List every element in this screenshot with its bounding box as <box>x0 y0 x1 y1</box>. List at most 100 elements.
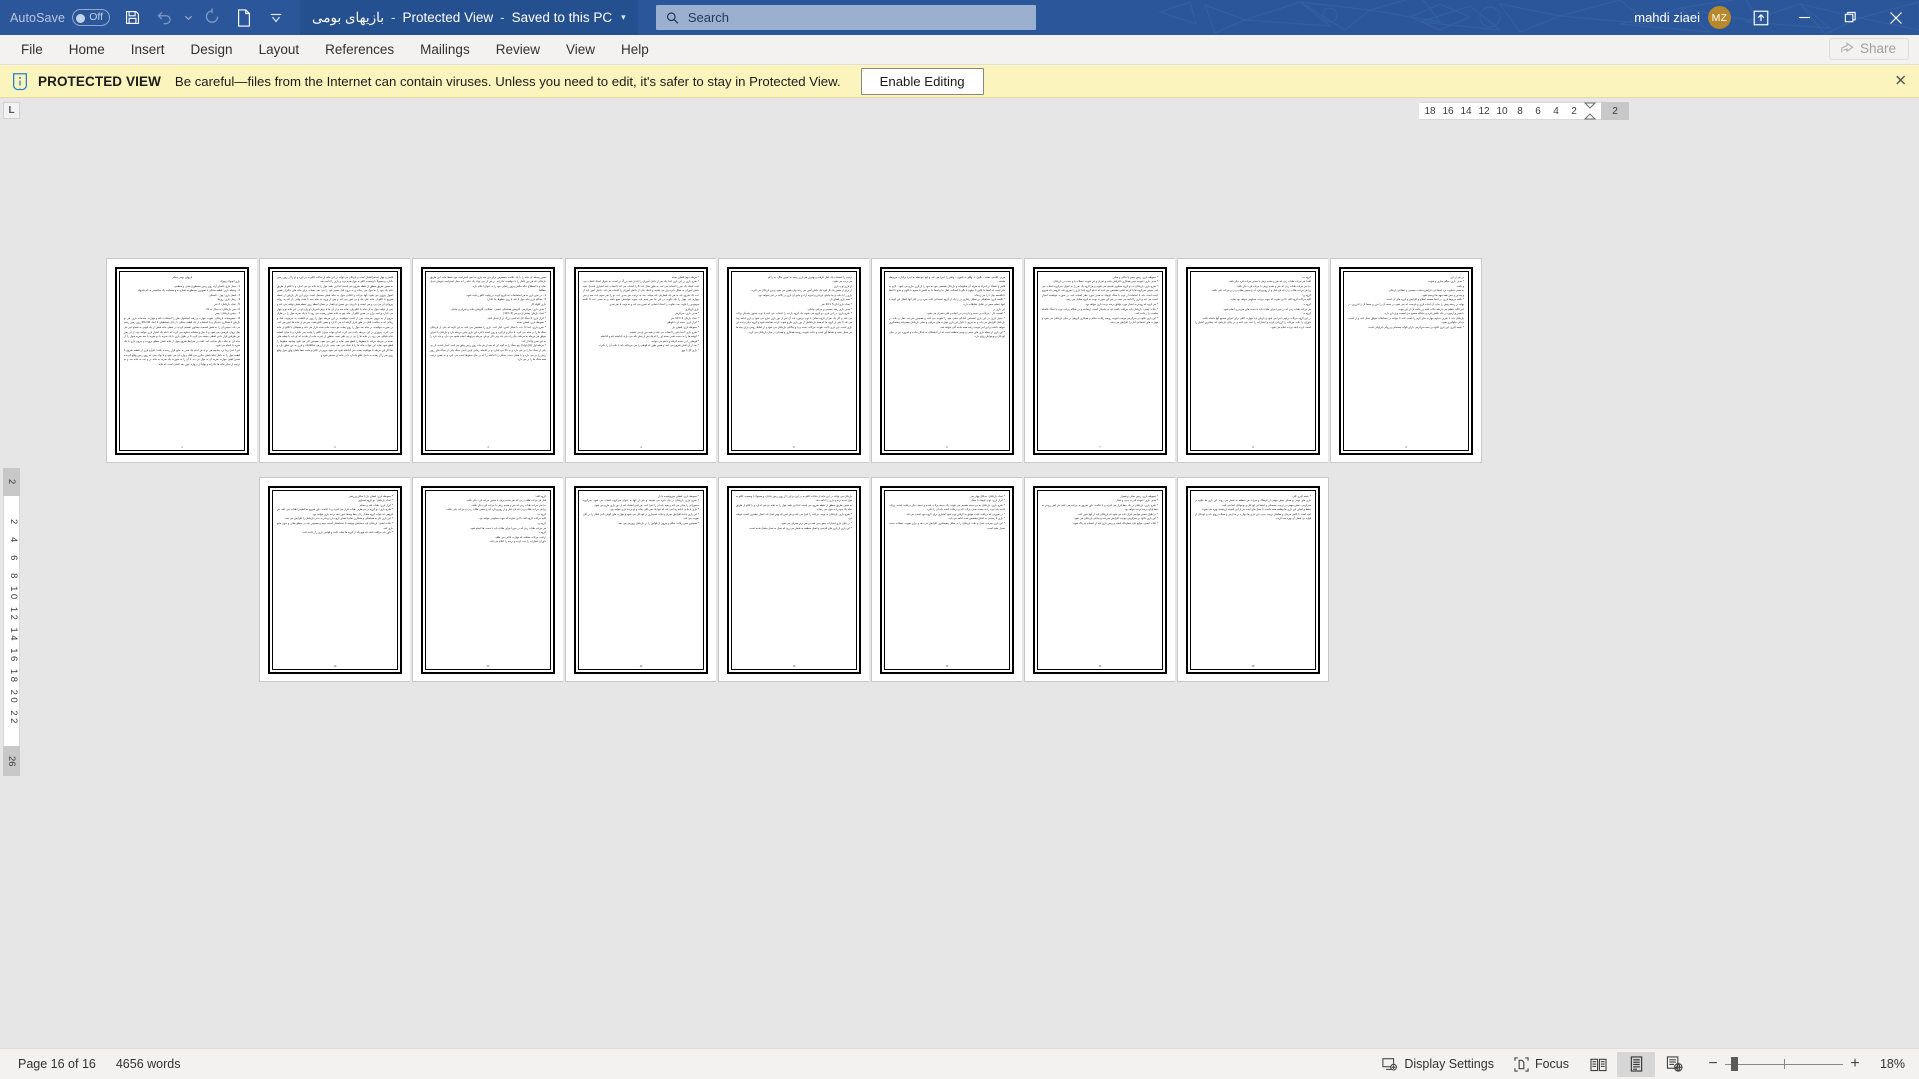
page-number: 10 <box>333 664 337 668</box>
search-box[interactable] <box>655 5 1036 30</box>
autosave-label: AutoSave <box>10 10 66 25</box>
tab-help[interactable]: Help <box>608 37 662 62</box>
hruler-num-10: 10 <box>1496 105 1508 117</box>
page-thumbnail[interactable]: ترتیب را استفاده یک عمل گرفت و بهترین هم… <box>718 258 870 463</box>
vertical-ruler-bottom-margin: 26 <box>3 746 20 776</box>
tab-references[interactable]: References <box>312 37 407 62</box>
print-layout-icon <box>1630 1056 1642 1072</box>
redo-icon[interactable] <box>196 3 228 33</box>
horizontal-ruler[interactable]: 18 16 14 12 10 8 6 4 2 2 <box>1419 102 1629 120</box>
focus-button[interactable]: Focus <box>1504 1053 1579 1076</box>
new-blank-document-icon[interactable] <box>228 3 260 33</box>
zoom-slider[interactable]: − + <box>1701 1056 1867 1072</box>
pages-area[interactable]: 18 16 14 12 10 8 6 4 2 2 بازیهای بومی مح… <box>22 98 1919 1048</box>
tab-layout[interactable]: Layout <box>246 37 313 62</box>
title-separator-1: - <box>391 10 396 25</box>
display-settings-label: Display Settings <box>1404 1057 1494 1071</box>
page-thumbnail[interactable]: گروه الف: قبل هر حرکت طناب زدن که نفر مق… <box>412 477 564 682</box>
page-thumbnail[interactable]: * محوطه بازی: فضای باز یا سالن ورزشی * ت… <box>259 477 411 682</box>
page-thumbnail[interactable]: * نتیجه گیری کلی بازی های بومی و محلی بخ… <box>1177 477 1329 682</box>
vertical-ruler[interactable]: L 2 2 4 6 8 10 12 14 16 18 20 22 26 <box>0 98 22 1048</box>
word-count[interactable]: 4656 words <box>106 1057 191 1071</box>
tab-stop-glyph: L <box>8 104 15 116</box>
page-body: مربی کلاسی مفقد : بالون + وقلو + تلفون -… <box>889 275 1005 339</box>
tab-home[interactable]: Home <box>56 37 118 62</box>
title-bar: AutoSave Off بازیهای بومی - Protected Vi… <box>0 0 1919 35</box>
page-status[interactable]: Page 16 of 16 <box>8 1057 106 1071</box>
tab-design[interactable]: Design <box>178 37 246 62</box>
page-number: 4 <box>640 445 642 449</box>
autosave-toggle[interactable]: AutoSave Off <box>10 9 111 26</box>
restore-button[interactable] <box>1827 0 1873 35</box>
page-body: ترتیب را استفاده یک عمل گرفت و بهترین هم… <box>736 275 852 334</box>
hruler-num-14: 14 <box>1460 105 1472 117</box>
page-body: در غیر از این * هدف بازی: سالم سازی و تق… <box>1348 275 1464 330</box>
autosave-switch-knob <box>76 13 86 23</box>
display-settings-button[interactable]: Display Settings <box>1372 1053 1504 1076</box>
page-thumbnail[interactable]: * محوطه بازی: فضای سرپوشیده یا باز * شرح… <box>565 477 717 682</box>
page-thumbnail[interactable]: قاصر و چهار استفراغشان است و بازیکان می … <box>259 258 411 463</box>
tab-view[interactable]: View <box>553 37 608 62</box>
tab-file[interactable]: File <box>8 37 56 62</box>
undo-dropdown-icon[interactable] <box>180 3 196 33</box>
read-mode-icon <box>1589 1058 1607 1071</box>
hruler-num-18: 18 <box>1424 105 1436 117</box>
page-body: * مرحله دوم: قصای بسته * شرح بازی در این… <box>583 275 699 353</box>
save-icon[interactable] <box>116 3 148 33</box>
page-grid-spacer <box>106 477 258 682</box>
read-mode-button[interactable] <box>1579 1052 1617 1077</box>
chevron-down-icon[interactable]: ▾ <box>621 12 626 23</box>
zoom-level-label[interactable]: 18% <box>1867 1057 1911 1071</box>
page-body: گروه ب: الف) هر حرکت طناب زدن که نفر و م… <box>1195 275 1311 330</box>
page-thumbnail[interactable]: * محوطه بازی: زمین صاف و هموار * هدف باز… <box>1024 477 1176 682</box>
page-thumbnail[interactable]: همین وسیله آن خانه را با یک علامت مخصوص … <box>412 258 564 463</box>
ribbon-display-options-icon[interactable] <box>1741 0 1781 35</box>
enable-editing-button[interactable]: Enable Editing <box>860 67 984 95</box>
page-number: 2 <box>334 445 336 449</box>
page-body: * محوطه بازی: زمین صاف و هموار * هدف باز… <box>1042 494 1158 526</box>
print-layout-button[interactable] <box>1617 1051 1655 1077</box>
close-icon[interactable]: ✕ <box>1894 74 1907 89</box>
zoom-in-button[interactable]: + <box>1843 1056 1867 1072</box>
zoom-slider-track[interactable] <box>1725 1056 1843 1072</box>
status-bar-right-group: Display Settings Focus − + 18% <box>1372 1051 1911 1077</box>
web-layout-icon <box>1666 1056 1683 1072</box>
page-thumbnail[interactable]: در غیر از این * هدف بازی: سالم سازی و تق… <box>1330 258 1482 463</box>
customize-quick-access-toolbar-icon[interactable] <box>260 3 292 33</box>
page-number: 3 <box>487 445 489 449</box>
page-thumbnail[interactable]: بازیکان می توانند در این خانه از ساکت کا… <box>718 477 870 682</box>
page-thumbnail[interactable]: * تعداد بازیکنان: حداقل چهار نفر * ابزار… <box>871 477 1023 682</box>
undo-icon[interactable] <box>148 3 180 33</box>
document-title-group[interactable]: بازیهای بومی - Protected View - Saved to… <box>300 0 638 35</box>
tab-insert[interactable]: Insert <box>118 37 178 62</box>
tab-stop-selector-icon[interactable]: L <box>3 102 20 119</box>
tab-mailings[interactable]: Mailings <box>407 37 483 62</box>
hruler-num-12: 12 <box>1478 105 1490 117</box>
vruler-top-num: 2 <box>6 479 17 485</box>
page-number: 14 <box>945 664 949 668</box>
indent-markers-icon[interactable] <box>1583 102 1599 120</box>
account-button[interactable]: mahdi ziaei MZ <box>1624 0 1741 35</box>
close-button[interactable] <box>1873 0 1919 35</box>
page-thumbnail[interactable]: * مرحله دوم: قصای بسته * شرح بازی در این… <box>565 258 717 463</box>
zoom-slider-handle[interactable] <box>1731 1057 1738 1071</box>
hruler-num-8: 8 <box>1517 105 1523 117</box>
share-button[interactable]: Share <box>1828 38 1909 60</box>
tab-review[interactable]: Review <box>483 37 553 62</box>
page-thumbnail[interactable]: * محوطه بازی: زمین چمن یا خاکی و صاف. * … <box>1024 258 1176 463</box>
page-number: 6 <box>946 445 948 449</box>
vertical-ruler-top-margin: 2 <box>3 468 20 496</box>
page-thumbnail[interactable]: بازیهای بومی محلی بازی اتوبوک وچوک 1 - مح… <box>106 258 258 463</box>
web-layout-button[interactable] <box>1655 1052 1693 1077</box>
zoom-out-button[interactable]: − <box>1701 1056 1725 1072</box>
page-thumbnail[interactable]: مربی کلاسی مفقد : بالون + وقلو + تلفون -… <box>871 258 1023 463</box>
focus-icon <box>1514 1056 1529 1072</box>
page-number: 15 <box>1098 664 1102 668</box>
autosave-state-label: Off <box>89 11 104 23</box>
search-input[interactable] <box>687 10 1026 25</box>
search-icon <box>666 11 679 24</box>
minimize-button[interactable] <box>1781 0 1827 35</box>
autosave-switch[interactable]: Off <box>72 9 111 26</box>
share-icon <box>1841 41 1854 52</box>
page-thumbnail[interactable]: گروه ب: الف) هر حرکت طناب زدن که نفر و م… <box>1177 258 1329 463</box>
